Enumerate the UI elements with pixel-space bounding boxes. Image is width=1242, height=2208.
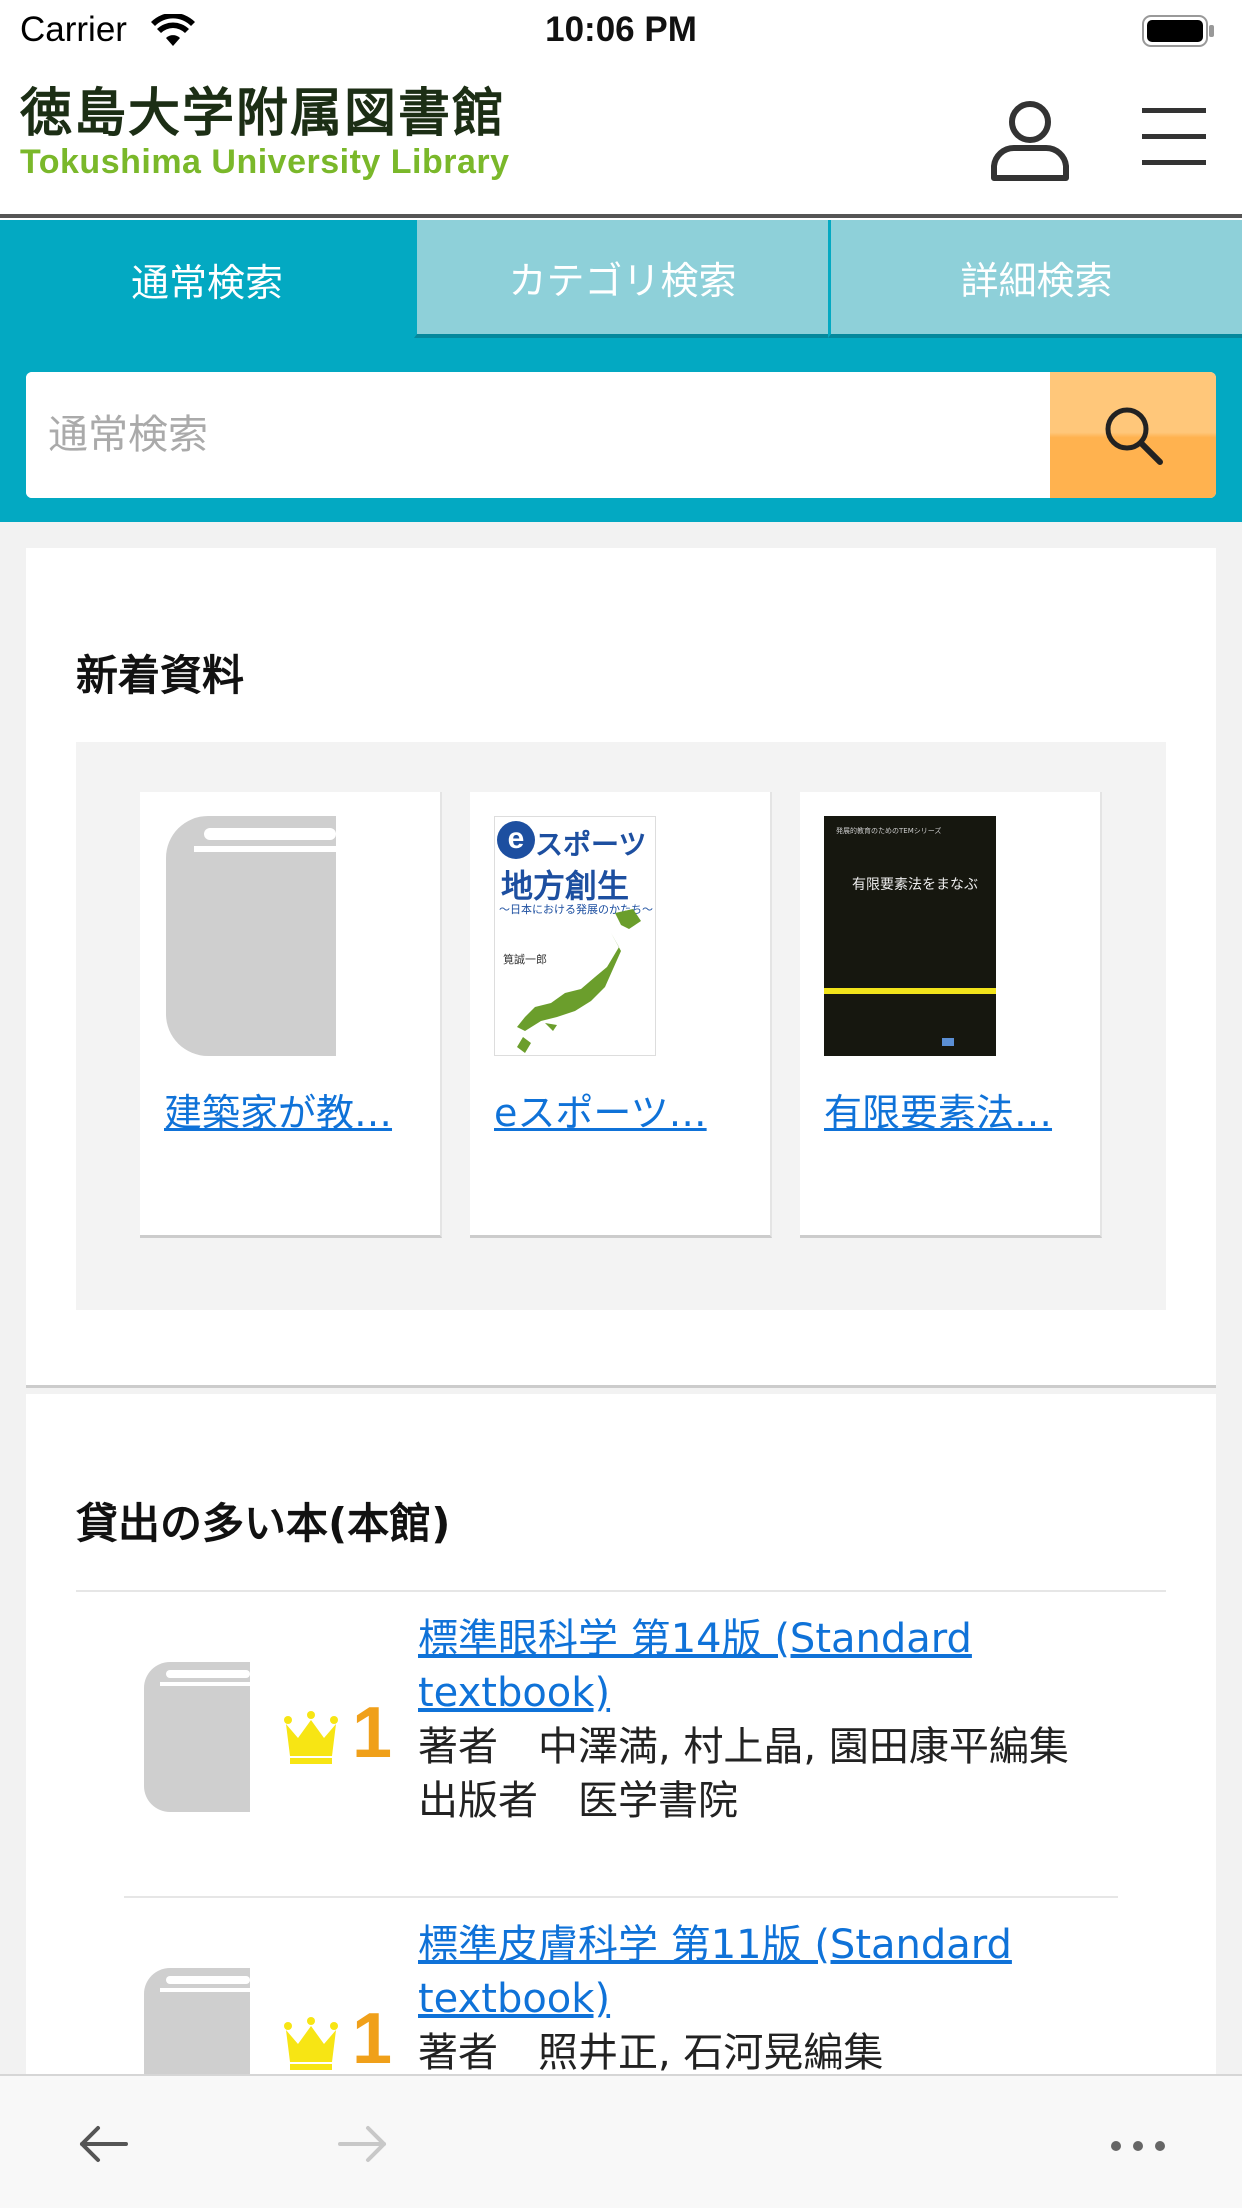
new-book-card[interactable]: 建築家が教…: [140, 792, 442, 1238]
new-materials-carousel[interactable]: 建築家が教… e スポーツ 地方創生 〜日本における発展のかたち〜 筧誠一郎 e…: [76, 742, 1166, 1310]
new-materials-title: 新着資料: [76, 651, 245, 700]
more-dots-icon[interactable]: [1110, 2126, 1166, 2166]
tab-category-search[interactable]: カテゴリ検索: [414, 220, 828, 338]
arrow-left-icon[interactable]: [76, 2116, 132, 2172]
hamburger-menu-icon[interactable]: [1140, 102, 1208, 170]
new-book-title[interactable]: 建築家が教…: [164, 1082, 420, 1137]
new-book-title[interactable]: 有限要素法…: [824, 1082, 1080, 1137]
author-line: 著者 中澤満, 村上晶, 園田康平編集: [418, 1720, 1118, 1774]
search-tabs: 通常検索 カテゴリ検索 詳細検索: [0, 220, 1242, 338]
browser-toolbar: [0, 2074, 1242, 2208]
person-icon[interactable]: [988, 98, 1072, 182]
library-logo[interactable]: 徳島大学附属図書館 Tokushima University Library: [20, 86, 580, 186]
search-area: 通常検索 カテゴリ検索 詳細検索: [0, 220, 1242, 522]
app-header: 徳島大学附属図書館 Tokushima University Library: [0, 62, 1242, 218]
list-item[interactable]: 1 標準眼科学 第14版 (Standard textbook) 著者 中澤満,…: [76, 1590, 1166, 1930]
new-book-card[interactable]: e スポーツ 地方創生 〜日本における発展のかたち〜 筧誠一郎 eスポーツ…: [470, 792, 772, 1238]
placeholder-book-icon: [166, 816, 336, 1056]
search-button[interactable]: [1050, 372, 1216, 498]
cover-title: 有限要素法をまなぶ: [852, 877, 978, 893]
author-value: 照井正, 石河晃編集: [538, 2030, 884, 2074]
author-label: 著者: [418, 1724, 498, 1770]
rank-number: 1: [352, 1693, 393, 1773]
placeholder-book-icon: [144, 1968, 250, 2074]
battery-icon: [1142, 15, 1214, 47]
new-book-card[interactable]: 発展的教育のためのTEMシリーズ 有限要素法をまなぶ 有限要素法…: [800, 792, 1102, 1238]
status-bar: Carrier 10:06 PM: [0, 0, 1242, 62]
book-title-link[interactable]: 標準皮膚科学 第11版 (Standard textbook): [418, 1922, 1012, 2022]
logo-japanese: 徳島大学附属図書館: [20, 83, 507, 144]
arrow-right-icon[interactable]: [334, 2116, 390, 2172]
main-content[interactable]: 新着資料 建築家が教… e スポーツ 地方創生 〜日本における発展のかたち〜 筧…: [0, 522, 1242, 2074]
magnifier-icon: [1105, 407, 1163, 465]
book-info: 標準眼科学 第14版 (Standard textbook) 著者 中澤満, 村…: [418, 1612, 1118, 1828]
crown-icon: [284, 1711, 338, 1764]
popular-books-title: 貸出の多い本(本館): [76, 1499, 451, 1548]
tab-normal-search[interactable]: 通常検索: [0, 220, 414, 338]
author-line: 著者 照井正, 石河晃編集: [418, 2026, 1118, 2074]
author-label: 著者: [418, 2030, 498, 2074]
crown-icon: [284, 2017, 338, 2070]
search-input[interactable]: [26, 372, 1050, 498]
tab-advanced-search[interactable]: 詳細検索: [828, 220, 1242, 338]
logo-english: Tokushima University Library: [20, 143, 510, 181]
fem-cover-image: 発展的教育のためのTEMシリーズ 有限要素法をまなぶ: [824, 816, 996, 1056]
author-value: 中澤満, 村上晶, 園田康平編集: [538, 1724, 1069, 1770]
list-item[interactable]: 1 標準皮膚科学 第11版 (Standard textbook) 著者 照井正…: [124, 1896, 1118, 2074]
publisher-value: 医学書院: [578, 1778, 738, 1824]
esports-cover-image: e スポーツ 地方創生 〜日本における発展のかたち〜 筧誠一郎: [494, 816, 656, 1056]
cover-series: 発展的教育のためのTEMシリーズ: [836, 827, 942, 835]
popular-books-card: 貸出の多い本(本館) 1 標準眼科学 第14版 (Standard textbo…: [26, 1394, 1216, 2074]
book-info: 標準皮膚科学 第11版 (Standard textbook) 著者 照井正, …: [418, 1918, 1118, 2074]
publisher-line: 出版者 医学書院: [418, 1774, 1118, 1828]
new-book-title[interactable]: eスポーツ…: [494, 1082, 750, 1137]
status-time: 10:06 PM: [545, 10, 697, 49]
rank-number: 1: [352, 1999, 393, 2074]
book-title-link[interactable]: 標準眼科学 第14版 (Standard textbook): [418, 1616, 972, 1716]
publisher-label: 出版者: [418, 1778, 538, 1824]
new-materials-card: 新着資料 建築家が教… e スポーツ 地方創生 〜日本における発展のかたち〜 筧…: [26, 548, 1216, 1388]
search-box: [26, 372, 1216, 498]
placeholder-book-icon: [144, 1662, 250, 1812]
japan-map-graphic: [517, 909, 641, 1053]
